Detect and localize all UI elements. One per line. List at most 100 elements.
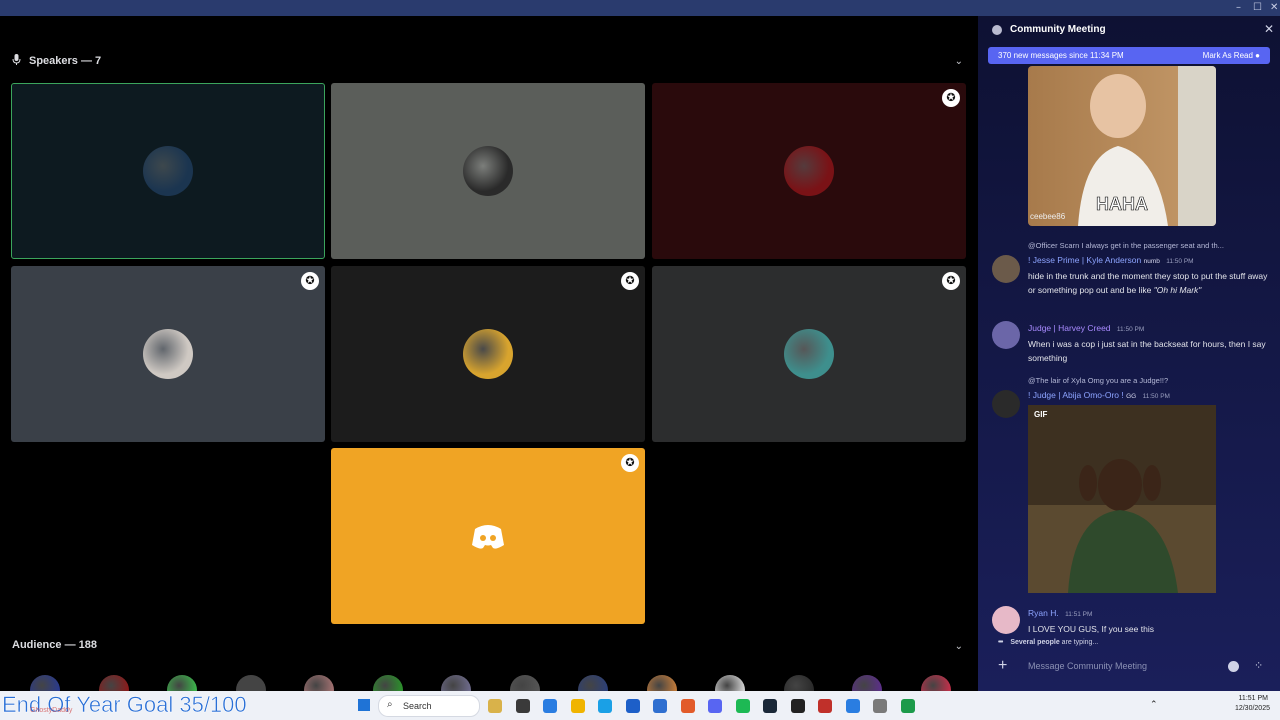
user-tag: GG <box>1126 393 1137 400</box>
speaker-tile[interactable] <box>331 83 645 259</box>
taskbar-app-icon[interactable] <box>653 699 667 713</box>
taskbar-app-icon[interactable] <box>873 699 887 713</box>
taskbar-app-icon[interactable] <box>818 699 832 713</box>
gif-label: GIF <box>1034 410 1048 419</box>
chat-title: Community Meeting <box>1010 24 1106 35</box>
message-text: When i was a cop i just sat in the backs… <box>1028 339 1266 363</box>
typing-indicator: ••• Several people are typing... <box>998 639 1099 646</box>
message-text: hide in the trunk and the moment they st… <box>1028 271 1268 295</box>
search-icon: ⌕ <box>387 699 393 710</box>
avatar <box>784 329 834 379</box>
taskbar-app-icon[interactable] <box>845 699 860 713</box>
taskbar-app-icon[interactable] <box>488 699 502 713</box>
chat-header: Community Meeting ✕ <box>978 16 1280 46</box>
taskbar-app-icon[interactable] <box>570 699 585 713</box>
search-input: Search <box>403 701 432 711</box>
close-window-icon[interactable]: ✕ <box>1270 2 1278 13</box>
taskbar-app-icon[interactable] <box>543 699 557 713</box>
username[interactable]: Ryan H. <box>1028 608 1059 618</box>
avatar <box>143 146 193 196</box>
clock-time[interactable]: 11:51 PM <box>1238 695 1268 702</box>
gif-haha[interactable]: HAHA ceebee86 <box>1028 66 1216 226</box>
apps-icon[interactable]: ⁘ <box>1254 659 1263 672</box>
mark-as-read-button[interactable]: Mark As Read ● <box>1203 51 1260 60</box>
timestamp: 11:50 PM <box>1166 258 1194 265</box>
audience-header[interactable]: Audience — 188 <box>12 639 97 651</box>
timestamp: 11:50 PM <box>1142 393 1170 400</box>
avatar <box>784 146 834 196</box>
chevron-up-icon[interactable]: ⌃ <box>1150 699 1158 710</box>
windows-start-icon[interactable] <box>358 699 370 711</box>
gif-watermark: ceebee86 <box>1030 212 1066 221</box>
emoji-icon[interactable] <box>1228 661 1239 672</box>
taskbar-search[interactable]: ⌕ Search <box>378 695 480 717</box>
chat-message: Ryan H. 11:51 PM I LOVE YOU GUS, If you … <box>1028 606 1268 636</box>
avatar[interactable] <box>992 606 1020 634</box>
microphone-icon <box>12 54 21 68</box>
chat-panel: Community Meeting ✕ 370 new messages sin… <box>978 16 1280 691</box>
taskbar-app-icon[interactable] <box>790 699 805 713</box>
moderator-badge-icon: ✪ <box>621 272 639 290</box>
username[interactable]: ! Jesse Prime | Kyle Anderson <box>1028 255 1141 265</box>
minimize-icon[interactable]: – <box>1236 2 1241 13</box>
add-attachment-icon[interactable]: + <box>998 657 1007 675</box>
timestamp: 11:51 PM <box>1065 611 1093 618</box>
taskbar-app-icon[interactable] <box>900 699 915 713</box>
audience-label: Audience — 188 <box>12 639 97 651</box>
speakers-label: Speakers — 7 <box>29 55 102 67</box>
taskbar-app-icon[interactable] <box>735 699 750 713</box>
chat-message: Judge | Harvey Creed 11:50 PM When i was… <box>1028 321 1268 365</box>
user-tag: numb <box>1143 258 1160 265</box>
username[interactable]: Judge | Harvey Creed <box>1028 323 1111 333</box>
chevron-down-icon[interactable]: ⌄ <box>955 641 963 652</box>
speaker-tile[interactable]: ✪ <box>331 448 645 624</box>
message-input[interactable]: Message Community Meeting <box>1028 661 1147 671</box>
speaker-tile[interactable] <box>11 83 325 259</box>
window-titlebar: – ☐ ✕ <box>0 0 1280 16</box>
taskbar-app-icon[interactable] <box>598 699 612 713</box>
speakers-header[interactable]: Speakers — 7 <box>12 54 101 68</box>
chat-message: ! Jesse Prime | Kyle Anderson numb 11:50… <box>1028 253 1268 297</box>
speaker-tile[interactable]: ✪ <box>652 83 966 259</box>
new-messages-text: 370 new messages since 11:34 PM <box>998 51 1124 60</box>
avatar <box>143 329 193 379</box>
message-text: I LOVE YOU GUS, If you see this <box>1028 624 1154 634</box>
gif-clapping[interactable]: GIF <box>1028 405 1216 593</box>
avatar[interactable] <box>992 255 1020 283</box>
taskbar-app-icon[interactable] <box>625 699 640 713</box>
discord-logo-icon <box>463 511 513 561</box>
maximize-icon[interactable]: ☐ <box>1253 2 1262 13</box>
message-composer: + Message Community Meeting ⁘ <box>988 653 1270 681</box>
stage-view: Speakers — 7 ⌄ ✪ ✪ ✪ ✪ ✪ Audience — 188 ⌄ <box>0 16 977 691</box>
clock-date[interactable]: 12/30/2025 <box>1230 705 1270 712</box>
moderator-badge-icon: ✪ <box>942 272 960 290</box>
chat-message: ! Judge | Abija Omo-Oro ! GG 11:50 PM <box>1028 388 1268 404</box>
timestamp: 11:50 PM <box>1116 326 1145 333</box>
username[interactable]: ! Judge | Abija Omo-Oro ! <box>1028 390 1124 400</box>
taskbar-app-icon[interactable] <box>708 699 722 713</box>
goal-overlay: End Of Year Goal 35/100 <box>2 692 247 718</box>
speaker-tile[interactable]: ✪ <box>652 266 966 442</box>
chevron-down-icon[interactable]: ⌄ <box>955 56 963 67</box>
message-quote: "Oh hi Mark" <box>1153 285 1202 295</box>
reply-preview[interactable]: @The lair of Xyla Omg you are a Judge!!? <box>1028 374 1168 388</box>
speaker-tile[interactable]: ✪ <box>331 266 645 442</box>
typing-dots-icon: ••• <box>998 639 1003 646</box>
moderator-badge-icon: ✪ <box>301 272 319 290</box>
avatar <box>463 146 513 196</box>
speaker-tile[interactable]: ✪ <box>11 266 325 442</box>
reply-preview[interactable]: @Officer Scarn I always get in the passe… <box>1028 239 1224 253</box>
moderator-badge-icon: ✪ <box>942 89 960 107</box>
avatar <box>463 329 513 379</box>
taskbar-app-icon[interactable] <box>680 699 695 713</box>
streamer-tag: GhostyDaddy <box>30 707 73 714</box>
taskbar-app-icon[interactable] <box>515 699 530 713</box>
taskbar-app-icon[interactable] <box>763 699 777 713</box>
avatar[interactable] <box>992 390 1020 418</box>
chat-bubble-icon <box>992 25 1002 35</box>
mark-read-icon: ● <box>1255 51 1260 60</box>
new-messages-bar[interactable]: 370 new messages since 11:34 PM Mark As … <box>988 47 1270 64</box>
close-icon[interactable]: ✕ <box>1264 22 1274 36</box>
moderator-badge-icon: ✪ <box>621 454 639 472</box>
avatar[interactable] <box>992 321 1020 349</box>
